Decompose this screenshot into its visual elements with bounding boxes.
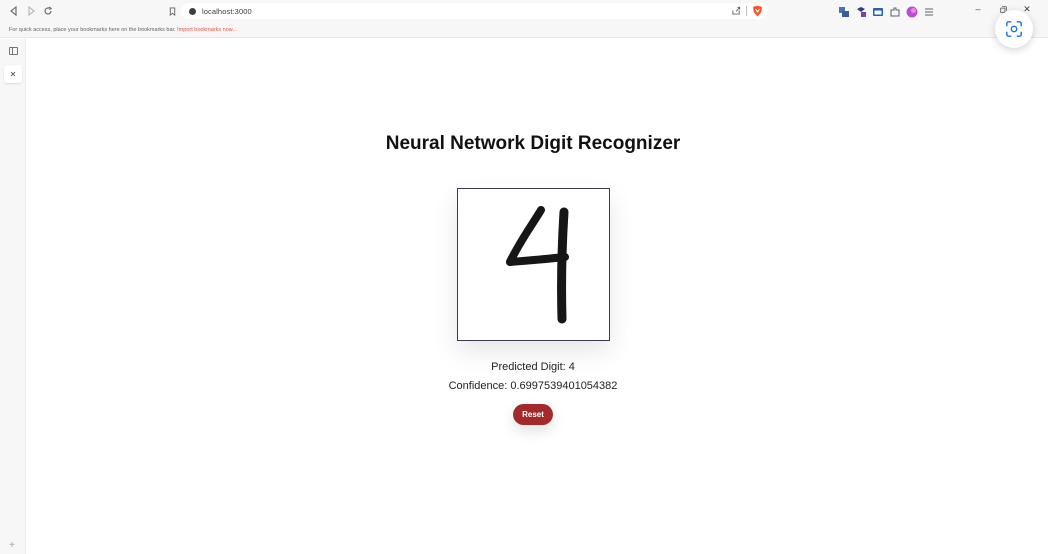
browser-toolbar: localhost:3000 – ✕ [0,0,1048,22]
url-text: localhost:3000 [202,6,252,16]
forward-icon [28,6,35,16]
confidence-text: Confidence: 0.6997539401054382 [448,380,618,392]
reset-button[interactable]: Reset [513,404,553,425]
reload-button[interactable] [41,4,55,18]
plus-icon: + [9,540,15,551]
handwritten-digit-drawing [506,206,569,324]
forward-button[interactable] [24,4,38,18]
sidebar-toggle-icon[interactable] [9,47,18,55]
minimize-icon: – [975,4,981,14]
drawing-canvas[interactable] [457,188,610,341]
browser-window: localhost:3000 – ✕ For quick access, pla… [0,0,1048,554]
bookmarks-bar: For quick access, place your bookmarks h… [0,22,1048,38]
extensions-menu-icon[interactable] [889,6,901,18]
address-bar[interactable]: localhost:3000 [181,3,768,19]
page-title: Neural Network Digit Recognizer [385,133,681,154]
import-bookmarks-link[interactable]: Import bookmarks now... [177,27,237,33]
bookmark-icon [169,6,175,16]
extension-puzzle-icon[interactable] [855,6,867,18]
extension-window-icon[interactable] [872,6,884,18]
bookmarks-bar-message: For quick access, place your bookmarks h… [9,27,178,33]
brave-shields-icon[interactable] [752,5,763,17]
bookmark-page-button[interactable] [165,4,179,18]
new-tab-button[interactable]: + [9,541,15,551]
reload-icon [44,6,53,15]
browser-menu-icon[interactable] [923,6,935,18]
page-content: Neural Network Digit Recognizer Predicte… [26,39,1048,554]
back-button[interactable] [7,4,21,18]
site-info-icon[interactable] [189,7,196,15]
lens-icon [1006,21,1022,37]
close-tab-icon: ✕ [9,69,17,79]
share-icon[interactable] [732,6,741,15]
back-icon [10,6,17,16]
vertical-tab-strip: ✕ + [0,39,26,554]
predicted-digit-text: Predicted Digit: 4 [491,361,575,373]
extension-translate-icon[interactable] [838,6,850,18]
close-tab-button[interactable]: ✕ [4,65,22,83]
minimize-button[interactable]: – [971,3,985,15]
address-bar-divider [746,6,747,16]
profile-avatar-icon[interactable] [906,6,918,18]
